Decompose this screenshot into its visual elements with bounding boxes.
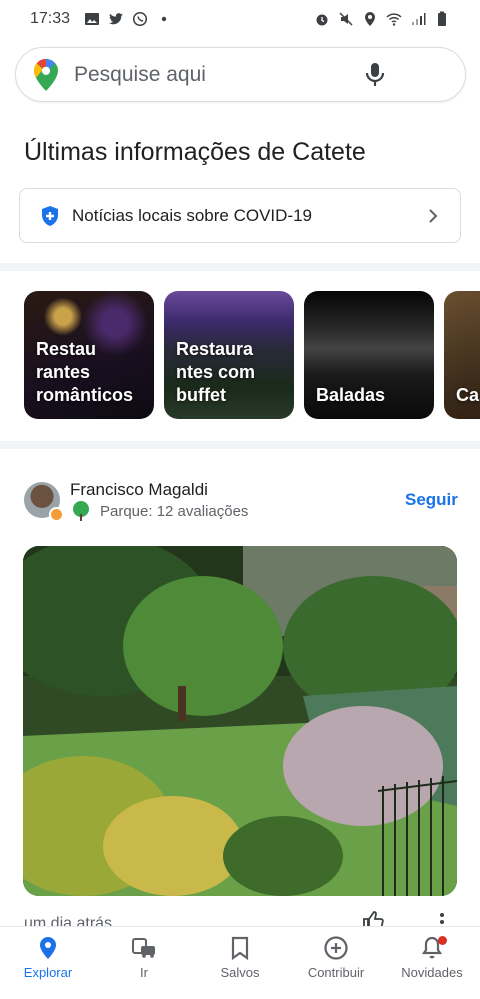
post-author-name[interactable]: Francisco Magaldi [70, 480, 208, 500]
search-bar[interactable]: Pesquise aqui [15, 47, 466, 102]
section-divider [0, 441, 480, 449]
post-photo[interactable] [23, 546, 457, 896]
nav-contribute[interactable]: Contribuir [288, 927, 384, 999]
location-icon [362, 11, 378, 27]
nav-explore[interactable]: Explorar [0, 927, 96, 999]
nav-updates[interactable]: Novidades [384, 927, 480, 999]
local-guide-badge-icon [49, 507, 64, 522]
category-carousel[interactable]: Restau rantes românticos Restaura ntes c… [24, 291, 480, 419]
nav-label: Explorar [23, 965, 73, 980]
alarm-icon [314, 11, 330, 27]
category-card-buffet-restaurants[interactable]: Restaura ntes com buffet [164, 291, 294, 419]
nav-go[interactable]: Ir [96, 927, 192, 999]
category-card-nightclubs[interactable]: Baladas [304, 291, 434, 419]
follow-button[interactable]: Seguir [405, 490, 458, 510]
covid-news-label: Notícias locais sobre COVID-19 [72, 205, 312, 225]
twitter-icon [108, 11, 124, 27]
nav-label: Novidades [401, 965, 463, 980]
category-card-partial[interactable]: Ca ma cria [444, 291, 480, 419]
category-card-label: Restaura ntes com buffet [176, 339, 256, 405]
battery-icon [434, 11, 450, 27]
status-bar: 17:33 [0, 0, 480, 38]
bottom-navigation: Explorar Ir Salvos Contribuir Novidades [0, 926, 480, 999]
category-card-romantic-restaurants[interactable]: Restau rantes românticos [24, 291, 154, 419]
post-meta-text: Parque: 12 avaliações [100, 502, 249, 520]
section-divider [0, 263, 480, 271]
covid-news-card[interactable]: Notícias locais sobre COVID-19 [19, 188, 461, 243]
bookmark-icon [231, 936, 249, 961]
status-time: 17:33 [30, 10, 71, 27]
nav-label: Ir [140, 965, 148, 980]
add-circle-icon [324, 936, 348, 960]
category-card-label: Ca ma cria [456, 385, 480, 405]
whatsapp-icon [132, 11, 148, 27]
post-meta: Parque: 12 avaliações [70, 500, 248, 522]
nav-saved[interactable]: Salvos [192, 927, 288, 999]
chevron-right-icon [429, 208, 438, 223]
shield-icon [42, 205, 58, 226]
category-card-label: Baladas [316, 385, 386, 405]
microphone-icon[interactable] [363, 61, 387, 89]
wifi-icon [386, 11, 402, 27]
notification-dot [438, 936, 447, 945]
avatar[interactable] [24, 482, 64, 522]
gallery-icon [84, 11, 100, 27]
dot-icon [156, 11, 172, 27]
mute-icon [338, 11, 354, 27]
location-pin-icon [40, 937, 56, 959]
section-title: Últimas informações de Catete [24, 138, 366, 166]
google-maps-logo-icon [34, 58, 58, 91]
signal-icon [410, 11, 426, 27]
search-input[interactable]: Pesquise aqui [74, 63, 363, 87]
category-card-label: Restau rantes românticos [36, 339, 134, 405]
commute-icon [132, 938, 155, 958]
tree-icon [73, 501, 89, 521]
nav-label: Contribuir [307, 965, 365, 980]
nav-label: Salvos [220, 965, 260, 980]
